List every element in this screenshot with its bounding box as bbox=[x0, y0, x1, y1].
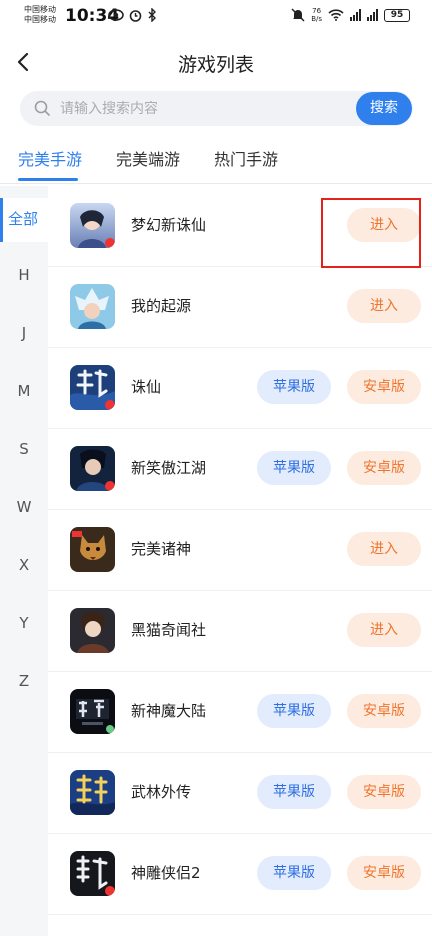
game-name: 梦幻新诛仙 bbox=[131, 216, 207, 234]
android-button[interactable]: 安卓版 bbox=[347, 451, 421, 485]
carrier-2: 中国移动 bbox=[24, 15, 56, 24]
game-icon bbox=[70, 284, 115, 329]
game-icon bbox=[70, 446, 115, 491]
game-icon bbox=[70, 527, 115, 572]
index-item-s[interactable]: S bbox=[0, 440, 48, 458]
list-item: 黑猫奇闻社 进入 bbox=[48, 591, 432, 672]
active-tab-indicator bbox=[18, 178, 78, 181]
alarm-icon bbox=[129, 9, 142, 22]
tab-perfect-pc[interactable]: 完美端游 bbox=[116, 146, 180, 170]
index-item-z[interactable]: Z bbox=[0, 672, 48, 690]
index-item-j[interactable]: J bbox=[0, 324, 48, 342]
game-icon bbox=[70, 770, 115, 815]
list-item: 我的起源 进入 bbox=[48, 267, 432, 348]
tab-perfect-mobile[interactable]: 完美手游 bbox=[18, 146, 82, 170]
android-button[interactable]: 安卓版 bbox=[347, 694, 421, 728]
list-item: 武林外传 苹果版 安卓版 bbox=[48, 753, 432, 834]
eye-icon bbox=[108, 9, 124, 21]
ios-button[interactable]: 苹果版 bbox=[257, 856, 331, 890]
status-bar: 中国移动 中国移动 10:34 76 B/s 95 bbox=[0, 0, 432, 32]
android-button[interactable]: 安卓版 bbox=[347, 775, 421, 809]
bluetooth-icon bbox=[148, 8, 156, 22]
carrier-1: 中国移动 bbox=[24, 5, 56, 14]
header: 游戏列表 bbox=[0, 40, 432, 84]
tab-hot-mobile[interactable]: 热门手游 bbox=[214, 146, 278, 170]
ios-button[interactable]: 苹果版 bbox=[257, 775, 331, 809]
index-item-x[interactable]: X bbox=[0, 556, 48, 574]
search-button[interactable]: 搜索 bbox=[356, 92, 412, 125]
game-name: 新神魔大陆 bbox=[131, 702, 207, 720]
game-name: 新笑傲江湖 bbox=[131, 459, 207, 477]
mute-bell-icon bbox=[291, 8, 305, 22]
enter-button[interactable]: 进入 bbox=[347, 289, 421, 323]
game-name: 神雕侠侣2 bbox=[131, 864, 201, 882]
list-item: 诛仙 苹果版 安卓版 bbox=[48, 348, 432, 429]
android-button[interactable]: 安卓版 bbox=[347, 370, 421, 404]
net-speed: 76 B/s bbox=[311, 7, 322, 23]
index-item-y[interactable]: Y bbox=[0, 614, 48, 632]
page-title: 游戏列表 bbox=[177, 54, 254, 76]
index-item-all[interactable]: 全部 bbox=[0, 198, 48, 242]
game-name: 武林外传 bbox=[131, 783, 192, 801]
search-input[interactable] bbox=[60, 91, 360, 126]
game-list: 梦幻新诛仙 进入 我的起源 进入 诛仙 苹果版 安卓版 新笑傲江湖 苹果版 安卓… bbox=[48, 186, 432, 936]
game-name: 完美诸神 bbox=[131, 540, 192, 558]
net-speed-unit: B/s bbox=[311, 15, 322, 23]
game-name: 黑猫奇闻社 bbox=[131, 621, 207, 639]
battery-icon: 95 bbox=[384, 8, 410, 22]
index-item-h[interactable]: H bbox=[0, 266, 48, 284]
wifi-icon bbox=[328, 9, 344, 21]
search-icon bbox=[34, 100, 50, 116]
game-name: 诛仙 bbox=[131, 378, 162, 396]
highlight-box bbox=[321, 198, 421, 268]
signal-icon-2 bbox=[367, 9, 378, 21]
status-icons-left bbox=[108, 8, 157, 22]
index-item-w[interactable]: W bbox=[0, 498, 48, 516]
index-active-indicator bbox=[0, 198, 3, 242]
list-item: 新笑傲江湖 苹果版 安卓版 bbox=[48, 429, 432, 510]
game-icon bbox=[70, 689, 115, 734]
list-item: 新神魔大陆 苹果版 安卓版 bbox=[48, 672, 432, 753]
search-bar: 搜索 bbox=[20, 91, 413, 126]
index-item-m[interactable]: M bbox=[0, 382, 48, 400]
net-speed-value: 76 bbox=[312, 7, 322, 15]
ios-button[interactable]: 苹果版 bbox=[257, 451, 331, 485]
list-item: 神雕侠侣2 苹果版 安卓版 bbox=[48, 834, 432, 915]
game-icon bbox=[70, 365, 115, 410]
android-button[interactable]: 安卓版 bbox=[347, 856, 421, 890]
status-icons-right: 76 B/s 95 bbox=[291, 7, 410, 23]
ios-button[interactable]: 苹果版 bbox=[257, 694, 331, 728]
signal-icon bbox=[350, 9, 361, 21]
game-icon bbox=[70, 608, 115, 653]
carrier-labels: 中国移动 中国移动 bbox=[24, 5, 56, 25]
game-icon bbox=[70, 203, 115, 248]
enter-button[interactable]: 进入 bbox=[347, 532, 421, 566]
enter-button[interactable]: 进入 bbox=[347, 613, 421, 647]
game-name: 我的起源 bbox=[131, 297, 192, 315]
index-all-label: 全部 bbox=[8, 210, 39, 228]
category-tabs: 完美手游 完美端游 热门手游 bbox=[0, 138, 432, 184]
ios-button[interactable]: 苹果版 bbox=[257, 370, 331, 404]
letter-index: 全部 H J M S W X Y Z bbox=[0, 186, 48, 936]
game-icon bbox=[70, 851, 115, 896]
list-item: 完美诸神 进入 bbox=[48, 510, 432, 591]
